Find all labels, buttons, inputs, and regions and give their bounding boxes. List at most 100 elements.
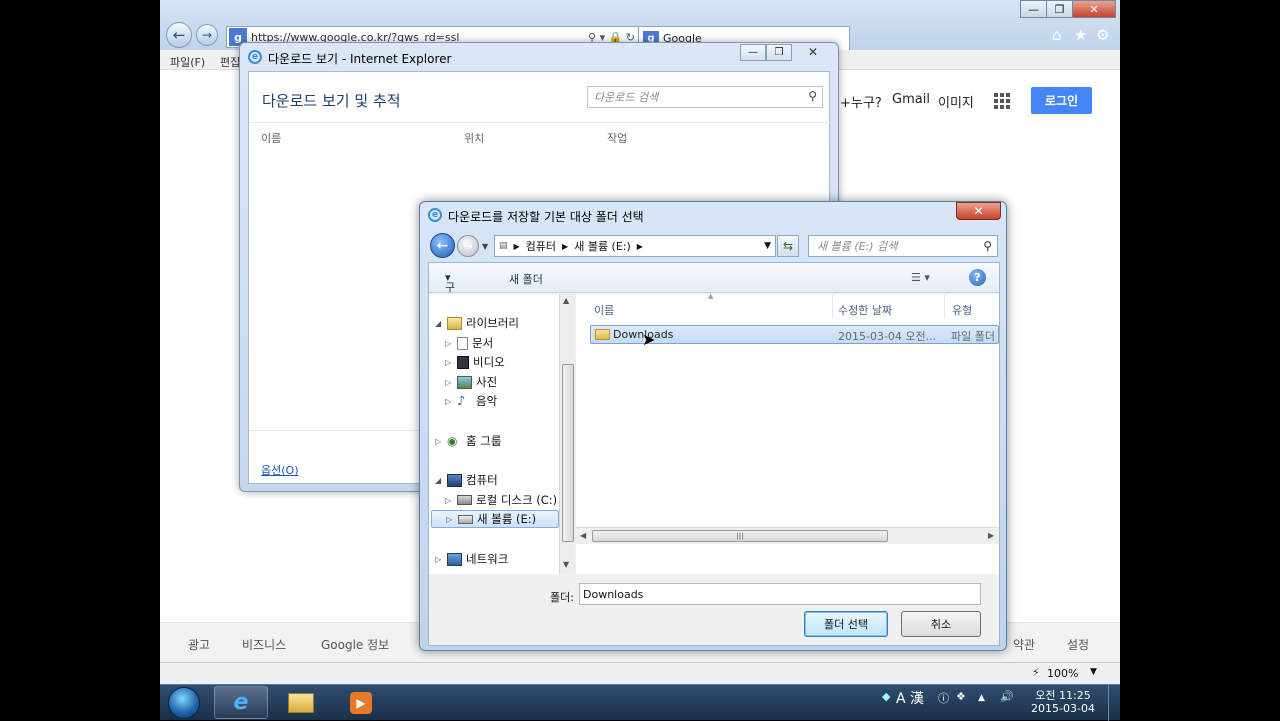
tray-shield-icon[interactable]: ◆ xyxy=(882,690,890,703)
navigation-scrollbar[interactable]: ▲ ▼ xyxy=(559,294,575,574)
navigation-scroll-thumb[interactable] xyxy=(562,364,574,542)
collapsed-arrow-icon[interactable]: ▷ xyxy=(446,515,454,524)
column-divider[interactable] xyxy=(832,294,833,318)
images-link[interactable]: 이미지 xyxy=(938,92,974,111)
footer-ads-link[interactable]: 광고 xyxy=(188,636,210,653)
column-divider[interactable] xyxy=(944,294,945,318)
footer-business-link[interactable]: 비즈니스 xyxy=(242,636,286,653)
tools-gear-icon[interactable]: ⚙ xyxy=(1096,26,1109,44)
select-folder-button[interactable]: 폴더 선택 xyxy=(804,611,888,637)
collapsed-arrow-icon[interactable]: ▷ xyxy=(435,555,443,564)
favorites-star-icon[interactable]: ★ xyxy=(1074,26,1087,44)
download-minimize-button[interactable]: — xyxy=(740,44,766,61)
taskbar-explorer-button[interactable] xyxy=(274,686,328,719)
options-link[interactable]: 옵션(O) xyxy=(261,462,298,478)
tree-item-local-disk-c[interactable]: ▷ 로컬 디스크 (C:) xyxy=(445,491,557,509)
taskbar-ie-button[interactable]: e xyxy=(214,686,268,719)
file-list-hscrollbar[interactable]: ◀ ||| ▶ xyxy=(576,527,999,544)
tray-help-icon[interactable]: ⓘ xyxy=(938,690,949,706)
download-restore-button[interactable]: ❐ xyxy=(766,44,792,61)
expanded-arrow-icon[interactable]: ◢ xyxy=(435,476,443,485)
ime-indicator[interactable]: A 漢 xyxy=(896,688,924,708)
tree-item-pictures[interactable]: ▷ 사진 xyxy=(445,373,497,391)
breadcrumb-sep-icon[interactable]: ▶ xyxy=(514,242,520,251)
start-button[interactable] xyxy=(168,687,200,719)
forward-button[interactable]: → xyxy=(196,24,218,46)
tree-item-network[interactable]: ▷ 네트워크 xyxy=(435,550,508,568)
collapsed-arrow-icon[interactable]: ▷ xyxy=(445,496,453,505)
dialog-close-button[interactable]: ✕ xyxy=(956,202,1001,220)
breadcrumb-volume[interactable]: 새 볼륨 (E:) xyxy=(574,238,631,254)
ie-icon: e xyxy=(233,690,249,715)
tree-item-volume-e[interactable]: ▷ 새 볼륨 (E:) xyxy=(431,510,559,528)
col-type[interactable]: 유형 xyxy=(952,302,972,318)
download-close-icon[interactable]: ✕ xyxy=(808,45,818,59)
breadcrumb-computer[interactable]: 컴퓨터 xyxy=(526,238,556,254)
collapsed-arrow-icon[interactable]: ▷ xyxy=(435,437,443,446)
menu-edit[interactable]: 편집 xyxy=(220,54,240,70)
apps-grid-icon[interactable] xyxy=(994,93,1010,109)
volume-icon[interactable]: 🔊 xyxy=(1000,690,1014,703)
tree-item-homegroup[interactable]: ▷ ◉ 홈 그룹 xyxy=(435,432,501,450)
dialog-title: 다운로드를 저장할 기본 대상 폴더 선택 xyxy=(448,210,644,224)
breadcrumb-sep-icon[interactable]: ▶ xyxy=(562,242,568,251)
tree-item-music[interactable]: ▷ ♪ 음악 xyxy=(445,392,497,410)
folder-name-field[interactable]: Downloads xyxy=(579,583,981,605)
view-options-icon[interactable]: ☰ ▾ xyxy=(911,271,930,284)
gmail-link[interactable]: Gmail xyxy=(892,92,930,107)
google-plus-link[interactable]: +누구? xyxy=(840,92,882,111)
back-arrow-icon: ← xyxy=(436,237,449,254)
tray-expand-icon[interactable]: ▲ xyxy=(978,693,985,703)
refresh-button[interactable]: ⇆ xyxy=(777,235,799,257)
new-folder-button[interactable]: 새 폴더 xyxy=(509,271,543,287)
taskbar-media-button[interactable]: ▶ xyxy=(334,686,388,719)
folder-name-value[interactable]: Downloads xyxy=(583,588,643,601)
recent-pages-dropdown-icon[interactable]: ▼ xyxy=(482,242,488,251)
footer-about-link[interactable]: Google 정보 xyxy=(321,636,389,653)
minimize-button[interactable]: — xyxy=(1020,0,1047,18)
close-button[interactable]: ✕ xyxy=(1072,0,1116,18)
breadcrumb[interactable]: ▤ ▶ 컴퓨터 ▶ 새 볼륨 (E:) ▶ ▼ xyxy=(494,235,776,257)
volume-search-input[interactable]: 새 볼륨 (E:) 검색 ⚲ xyxy=(808,235,998,257)
home-icon[interactable]: ⌂ xyxy=(1052,26,1062,44)
breadcrumb-dropdown-icon[interactable]: ▼ xyxy=(764,241,775,251)
scroll-right-icon[interactable]: ▶ xyxy=(988,531,994,540)
tree-item-documents[interactable]: ▷ 문서 xyxy=(445,334,493,352)
footer-settings-link[interactable]: 설정 xyxy=(1067,636,1089,653)
breadcrumb-sep-icon[interactable]: ▶ xyxy=(637,242,643,251)
organize-button[interactable]: 구성 ▾ xyxy=(445,271,455,310)
taskbar-clock[interactable]: 오전 11:25 2015-03-04 xyxy=(1028,689,1098,715)
menu-file[interactable]: 파일(F) xyxy=(170,54,205,70)
zoom-dropdown-icon[interactable]: ▼ xyxy=(1090,667,1097,677)
tree-item-computer[interactable]: ◢ 컴퓨터 xyxy=(435,471,498,489)
col-action[interactable]: 작업 xyxy=(607,130,627,146)
col-modified[interactable]: 수정한 날짜 xyxy=(838,302,892,318)
footer-terms-link[interactable]: 약관 xyxy=(1013,636,1035,653)
zoom-level[interactable]: 100% xyxy=(1047,667,1078,680)
help-icon[interactable]: ? xyxy=(969,269,986,286)
back-button[interactable]: ← xyxy=(166,22,192,48)
restore-button[interactable]: ❐ xyxy=(1046,0,1073,18)
scroll-left-icon[interactable]: ◀ xyxy=(580,531,586,540)
expanded-arrow-icon[interactable]: ◢ xyxy=(435,319,443,328)
tray-options-icon[interactable]: ❖ xyxy=(956,690,966,703)
collapsed-arrow-icon[interactable]: ▷ xyxy=(445,397,453,406)
scroll-up-icon[interactable]: ▲ xyxy=(563,296,569,305)
dialog-back-button[interactable]: ← xyxy=(430,233,455,258)
cancel-button[interactable]: 취소 xyxy=(901,611,981,637)
collapsed-arrow-icon[interactable]: ▷ xyxy=(445,378,453,387)
volume-search-placeholder: 새 볼륨 (E:) 검색 xyxy=(817,240,898,253)
col-name[interactable]: 이름 xyxy=(261,130,281,146)
scroll-down-icon[interactable]: ▼ xyxy=(563,560,569,569)
login-button[interactable]: 로그인 xyxy=(1031,87,1092,114)
col-name[interactable]: 이름 xyxy=(594,302,614,318)
collapsed-arrow-icon[interactable]: ▷ xyxy=(445,358,453,367)
tree-item-video[interactable]: ▷ 비디오 xyxy=(445,353,505,371)
col-location[interactable]: 위치 xyxy=(464,130,484,146)
hscroll-thumb[interactable]: ||| xyxy=(592,530,888,542)
collapsed-arrow-icon[interactable]: ▷ xyxy=(445,339,453,348)
dialog-forward-button[interactable]: → xyxy=(457,235,479,257)
show-desktop-button[interactable] xyxy=(1108,685,1120,721)
tree-item-library[interactable]: ◢ 라이브러리 xyxy=(435,314,519,332)
download-search-input[interactable]: 다운로드 검색 ⚲ xyxy=(587,86,823,108)
